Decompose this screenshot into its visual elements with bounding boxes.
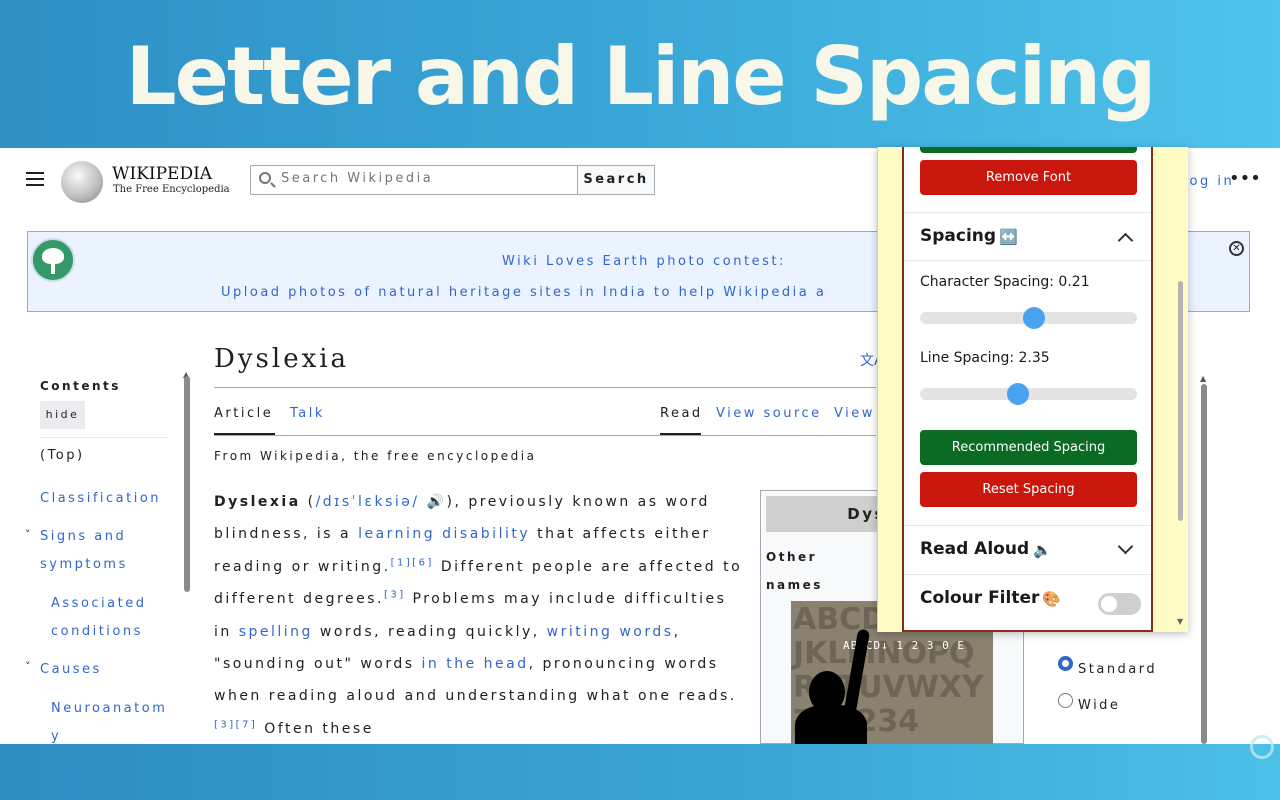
apply-font-button[interactable]	[920, 147, 1137, 153]
tab-article-indicator	[214, 433, 275, 435]
width-standard-label: Standard	[1078, 662, 1158, 677]
colour-filter-section-title[interactable]: Colour Filter	[920, 588, 1039, 608]
width-wide-label: Wide	[1078, 698, 1121, 713]
toc-item-conditions[interactable]: conditions	[51, 618, 143, 646]
chevron-down-icon[interactable]: ˅	[25, 660, 31, 673]
title-divider	[214, 387, 876, 388]
width-standard-radio[interactable]	[1058, 656, 1073, 671]
scroll-up-icon[interactable]: ▲	[1200, 374, 1206, 383]
left-right-arrow-icon: ↔️	[999, 228, 1018, 246]
chevron-up-icon[interactable]	[1117, 232, 1134, 249]
wikipedia-tagline: The Free Encyclopedia	[113, 184, 230, 195]
chevron-down-icon[interactable]: ˅	[25, 528, 31, 541]
remove-font-button[interactable]: Remove Font	[920, 160, 1137, 195]
tree-logo-icon	[31, 238, 75, 282]
toc-title: Contents	[40, 379, 121, 393]
tab-view-source[interactable]: View source	[716, 406, 822, 421]
extension-panel: Remove Font Spacing ↔️ Character Spacing…	[902, 147, 1153, 632]
palette-icon: 🎨	[1042, 590, 1061, 608]
citation[interactable]: [1][6]	[391, 557, 434, 568]
page-title: Dyslexia	[214, 344, 350, 374]
width-wide-radio[interactable]	[1058, 693, 1073, 708]
ipa-link[interactable]: /dɪsˈlɛksiə/	[316, 494, 420, 510]
tools-scrollbar[interactable]	[1201, 384, 1207, 744]
section-divider	[904, 212, 1151, 213]
spelling-link[interactable]: spelling	[239, 624, 313, 640]
close-icon[interactable]: ✕	[1229, 241, 1244, 256]
section-divider	[904, 260, 1151, 261]
slider-thumb[interactable]	[1022, 307, 1045, 329]
tab-read[interactable]: Read	[660, 406, 703, 421]
character-spacing-label: Character Spacing: 0.21	[920, 274, 1090, 290]
tab-read-indicator	[660, 433, 701, 435]
search-placeholder: Search Wikipedia	[281, 171, 434, 186]
toc-item-neuroanatomy[interactable]: Neuroanatom	[51, 695, 167, 723]
recommended-spacing-button[interactable]: Recommended Spacing	[920, 430, 1137, 465]
toc-item-causes[interactable]: Causes	[40, 656, 102, 684]
toc-item-associated[interactable]: Associated	[51, 590, 146, 618]
article-subtitle: From Wikipedia, the free encyclopedia	[214, 449, 537, 463]
read-aloud-section-title[interactable]: Read Aloud	[920, 539, 1029, 559]
article-body: Dyslexia (/dɪsˈlɛksiə/ 🔊), previously kn…	[214, 494, 743, 737]
menu-icon[interactable]	[26, 172, 44, 190]
extension-scrollbar[interactable]	[1178, 281, 1183, 521]
character-spacing-slider[interactable]	[920, 307, 1137, 329]
spacing-section-title[interactable]: Spacing	[920, 226, 996, 246]
more-options-icon[interactable]: •••	[1229, 168, 1261, 189]
bottom-band	[0, 744, 1280, 800]
learning-disability-link[interactable]: learning disability	[358, 526, 530, 542]
tab-talk[interactable]: Talk	[290, 406, 325, 421]
citation[interactable]: [3][7]	[214, 719, 257, 730]
infobox-other-names-label: Other names	[766, 550, 823, 592]
chevron-down-icon[interactable]	[1117, 538, 1134, 555]
wikipedia-wordmark[interactable]: WIKIPEDIA	[112, 164, 212, 184]
notice-title-link[interactable]: Wiki Loves Earth photo contest:	[502, 254, 786, 269]
toc-item-classification[interactable]: Classification	[40, 485, 161, 513]
tab-view-history[interactable]: View	[834, 406, 875, 421]
toc-item-symptoms[interactable]: symptoms	[40, 551, 128, 579]
citation[interactable]: [3]	[384, 590, 406, 601]
search-button[interactable]: Search	[577, 165, 655, 195]
bold-term: Dyslexia	[214, 494, 301, 510]
extension-popup: Remove Font Spacing ↔️ Character Spacing…	[877, 147, 1188, 632]
banner-title: Letter and Line Spacing	[125, 30, 1157, 123]
speaker-icon: 🔈	[1033, 541, 1052, 559]
child-silhouette-body	[795, 705, 867, 745]
toc-item-signs[interactable]: Signs and	[40, 523, 126, 551]
notice-body-link[interactable]: Upload photos of natural heritage sites …	[221, 285, 826, 300]
login-link[interactable]: Log in	[1180, 174, 1234, 189]
colour-filter-toggle[interactable]	[1098, 593, 1141, 615]
search-input[interactable]: Search Wikipedia	[250, 165, 578, 195]
section-divider	[904, 525, 1151, 526]
wikipedia-globe-icon[interactable]	[61, 161, 103, 203]
line-spacing-slider[interactable]	[920, 383, 1137, 405]
tabs-divider	[214, 435, 876, 436]
slider-thumb[interactable]	[1006, 383, 1029, 405]
section-divider	[904, 574, 1151, 575]
circle-icon	[1250, 735, 1274, 759]
toc-scrollbar[interactable]	[184, 376, 190, 592]
search-icon	[259, 172, 271, 184]
writing-words-link[interactable]: writing words	[547, 624, 674, 640]
line-spacing-label: Line Spacing: 2.35	[920, 350, 1050, 366]
in-the-head-link[interactable]: in the head	[422, 656, 529, 672]
toc-item-top[interactable]: (Top)	[40, 448, 85, 463]
toc-divider	[40, 437, 168, 438]
reset-spacing-button[interactable]: Reset Spacing	[920, 472, 1137, 507]
scroll-down-icon[interactable]: ▼	[1177, 617, 1183, 626]
banner: Letter and Line Spacing	[0, 0, 1280, 148]
tab-article[interactable]: Article	[214, 406, 273, 421]
toc-hide-button[interactable]: hide	[40, 401, 85, 429]
